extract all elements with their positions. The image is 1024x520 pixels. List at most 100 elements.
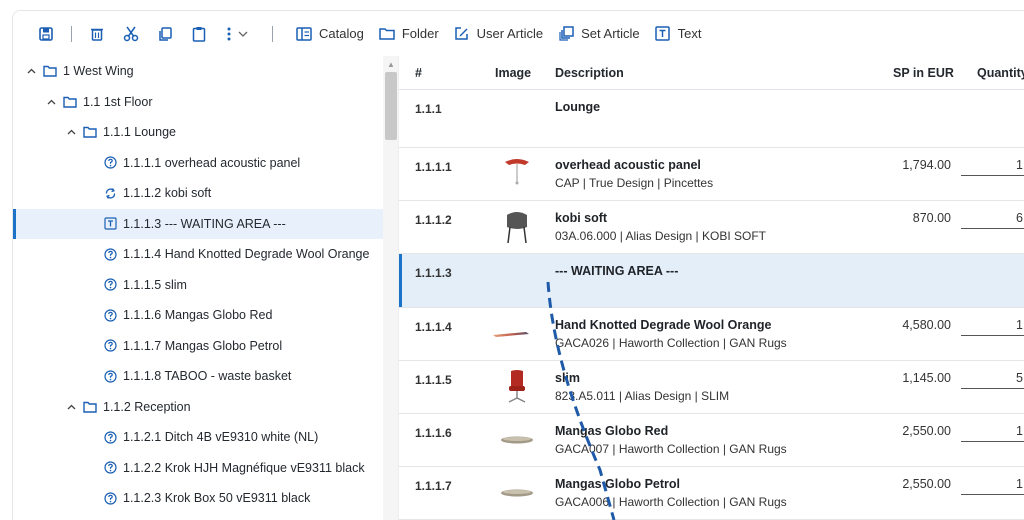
help-circle-icon bbox=[103, 278, 117, 292]
description-cell: overhead acoustic panel CAP | True Design… bbox=[555, 158, 875, 190]
table-row[interactable]: 1.1.1.4 Hand Knotted Degrade Wool Orange G… bbox=[399, 308, 1024, 361]
tree-item[interactable]: 1.1.1.3 --- WAITING AREA --- bbox=[13, 208, 383, 239]
quantity-field[interactable]: 1 bbox=[961, 318, 1024, 336]
delete-icon[interactable] bbox=[86, 23, 108, 45]
table-row[interactable]: 1.1.1 Lounge bbox=[399, 90, 1024, 148]
article-subtitle: GACA007 | Haworth Collection | GAN Rugs bbox=[555, 442, 787, 456]
tree-item-label: 1.1.2 Reception bbox=[103, 399, 191, 414]
quantity-field[interactable]: 5 bbox=[961, 371, 1024, 389]
article-title: overhead acoustic panel bbox=[555, 158, 701, 172]
text-label: Text bbox=[677, 26, 702, 41]
row-number: 1.1.1.1 bbox=[415, 160, 452, 174]
row-number: 1.1.1.3 bbox=[415, 266, 452, 280]
tree-item-label: 1.1.1.4 Hand Knotted Degrade Wool Orange bbox=[123, 247, 370, 261]
column-header-sp[interactable]: SP in EUR bbox=[893, 66, 954, 80]
row-number: 1.1.1.4 bbox=[415, 320, 452, 334]
tree-item-label: 1.1.1.6 Mangas Globo Red bbox=[123, 308, 273, 322]
tree-item[interactable]: 1.1.1.6 Mangas Globo Red bbox=[13, 300, 383, 330]
toolbar: Catalog Folder User Article Set Article … bbox=[12, 10, 1024, 56]
article-title: Mangas Globo Petrol bbox=[555, 477, 681, 491]
table-row[interactable]: 1.1.1.7 Mangas Globo Petrol GACA006 | Hawo… bbox=[399, 467, 1024, 520]
sales-price: 1,145.00 bbox=[902, 371, 951, 385]
column-header-number[interactable]: # bbox=[415, 66, 422, 80]
description-cell: Mangas Globo Red GACA007 | Haworth Collec… bbox=[555, 424, 875, 456]
tree-item[interactable]: 1.1.1 Lounge bbox=[13, 117, 383, 147]
table-row[interactable]: 1.1.1.2 kobi soft 03A.06.000 | Alias Desig… bbox=[399, 201, 1024, 254]
help-circle-icon bbox=[103, 430, 117, 444]
tree-item[interactable]: 1.1.1.2 kobi soft bbox=[13, 178, 383, 208]
save-icon[interactable] bbox=[35, 23, 57, 45]
quantity-field[interactable]: 1 bbox=[961, 424, 1024, 442]
help-circle-icon bbox=[103, 369, 117, 383]
more-vertical-icon[interactable] bbox=[222, 23, 236, 45]
quantity-field[interactable]: 1 bbox=[961, 158, 1024, 176]
article-subtitle: GACA026 | Haworth Collection | GAN Rugs bbox=[555, 336, 787, 350]
table-row[interactable]: 1.1.1.1 overhead acoustic panel CAP | True… bbox=[399, 148, 1024, 201]
catalog-button[interactable]: Catalog bbox=[295, 25, 364, 43]
description-cell: kobi soft 03A.06.000 | Alias Design | KOB… bbox=[555, 211, 875, 243]
description-cell: Mangas Globo Petrol GACA006 | Haworth Col… bbox=[555, 477, 875, 509]
tree-item[interactable]: 1.1.1.4 Hand Knotted Degrade Wool Orange bbox=[13, 239, 383, 269]
table-row[interactable]: 1.1.1.5 slim 823.A5.011 | Alias Design | S… bbox=[399, 361, 1024, 414]
tree-item-label: 1.1 1st Floor bbox=[83, 94, 153, 109]
sales-price: 2,550.00 bbox=[902, 477, 951, 491]
user-article-label: User Article bbox=[476, 26, 544, 41]
article-image bbox=[497, 475, 537, 511]
tree-item-label: 1.1.1 Lounge bbox=[103, 125, 176, 139]
folder-icon bbox=[83, 125, 97, 139]
chevron-up-icon[interactable] bbox=[65, 129, 77, 135]
chevron-up-icon[interactable] bbox=[25, 68, 37, 74]
help-circle-icon bbox=[103, 461, 117, 475]
article-image bbox=[497, 209, 537, 245]
tree-item[interactable]: 1.1.1.1 overhead acoustic panel bbox=[13, 148, 383, 178]
description-cell: slim 823.A5.011 | Alias Design | SLIM bbox=[555, 371, 875, 403]
column-header-image[interactable]: Image bbox=[495, 66, 531, 80]
tree-item[interactable]: 1.1.2.1 Ditch 4B vE9310 white (NL) bbox=[13, 422, 383, 452]
folder-button[interactable]: Folder bbox=[378, 25, 439, 43]
description-cell: Lounge bbox=[555, 100, 875, 114]
sales-price: 4,580.00 bbox=[902, 318, 951, 332]
tree-item[interactable]: 1.1.1.5 slim bbox=[13, 270, 383, 300]
article-title: slim bbox=[555, 371, 581, 385]
tree-item[interactable]: 1.1.1.8 TABOO - waste basket bbox=[13, 361, 383, 391]
user-article-button[interactable]: User Article bbox=[453, 25, 543, 43]
quantity-field[interactable]: 1 bbox=[961, 477, 1024, 495]
tree-item[interactable]: 1.1.2.2 Krok HJH Magnéfique vE9311 black bbox=[13, 453, 383, 483]
article-subtitle: 823.A5.011 | Alias Design | SLIM bbox=[555, 389, 730, 403]
help-circle-icon bbox=[103, 156, 117, 170]
tree-item[interactable]: 1.1.2.3 Krok Box 50 vE9311 black bbox=[13, 483, 383, 513]
tree-item[interactable]: 1.1 1st Floor bbox=[13, 87, 383, 117]
table-row[interactable]: 1.1.1.6 Mangas Globo Red GACA007 | Haworth… bbox=[399, 414, 1024, 467]
help-circle-icon bbox=[103, 491, 117, 505]
cut-icon[interactable] bbox=[120, 23, 142, 45]
chevron-down-icon[interactable] bbox=[236, 23, 250, 45]
text-button[interactable]: Text bbox=[654, 25, 702, 43]
tree-item[interactable]: 1 West Wing bbox=[13, 56, 383, 86]
tree-item-label: 1.1.2.3 Krok Box 50 vE9311 black bbox=[123, 491, 311, 505]
set-article-button[interactable]: Set Article bbox=[557, 25, 640, 43]
help-circle-icon bbox=[103, 339, 117, 353]
row-number: 1.1.1.5 bbox=[415, 373, 452, 387]
paste-icon[interactable] bbox=[188, 23, 210, 45]
description-cell: --- WAITING AREA --- bbox=[555, 264, 875, 278]
quantity-field[interactable]: 6 bbox=[961, 211, 1024, 229]
tree-item-label: 1.1.1.1 overhead acoustic panel bbox=[123, 155, 301, 170]
folder-icon bbox=[43, 64, 57, 78]
text-icon bbox=[654, 25, 672, 43]
scroll-up-icon[interactable]: ▲ bbox=[386, 60, 396, 70]
tree-item[interactable]: 1.1.2 Reception bbox=[13, 392, 383, 422]
chevron-up-icon[interactable] bbox=[45, 99, 57, 105]
tree-item-label: 1.1.1.3 --- WAITING AREA --- bbox=[123, 216, 286, 231]
copy-icon[interactable] bbox=[154, 23, 176, 45]
scrollbar-thumb[interactable] bbox=[385, 72, 397, 140]
column-header-quantity[interactable]: Quantity bbox=[977, 66, 1024, 80]
tree-item[interactable]: 1.1.1.7 Mangas Globo Petrol bbox=[13, 331, 383, 361]
sales-price: 1,794.00 bbox=[902, 158, 951, 172]
tree-item-label: 1.1.2.1 Ditch 4B vE9310 white (NL) bbox=[123, 430, 319, 444]
table-row[interactable]: 1.1.1.3 --- WAITING AREA --- bbox=[399, 254, 1024, 308]
column-header-description[interactable]: Description bbox=[555, 66, 624, 80]
tree-scrollbar[interactable]: ▲ bbox=[383, 56, 398, 520]
article-subtitle: CAP | True Design | Pincettes bbox=[555, 176, 714, 190]
chevron-up-icon[interactable] bbox=[65, 404, 77, 410]
sales-price: 870.00 bbox=[912, 211, 951, 225]
